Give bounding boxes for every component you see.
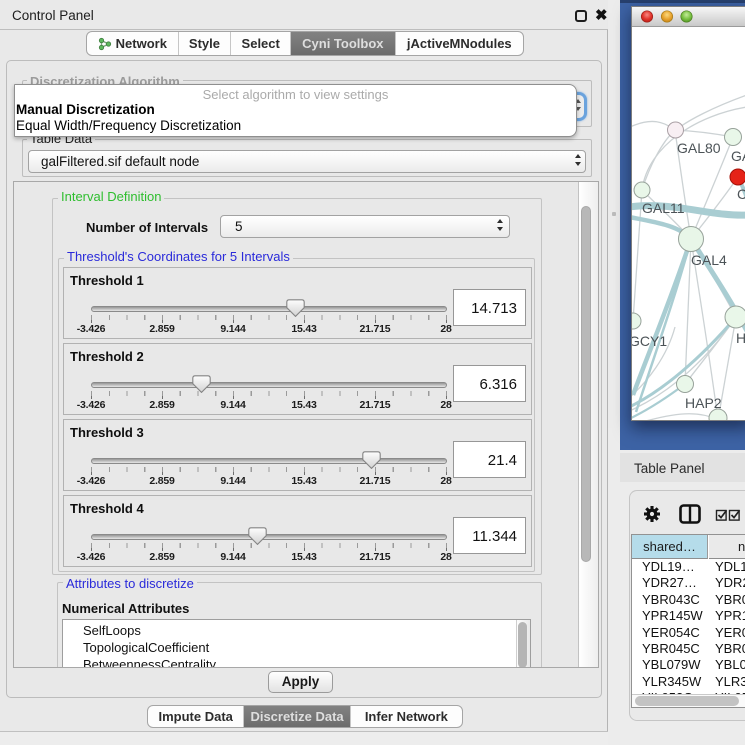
svg-text:GAL80: GAL80 xyxy=(677,140,721,156)
svg-text:GAL11: GAL11 xyxy=(642,200,685,216)
svg-text:HAP2: HAP2 xyxy=(685,395,722,411)
svg-text:C: C xyxy=(737,186,745,202)
svg-text:H: H xyxy=(736,330,745,346)
svg-text:GA: GA xyxy=(731,148,745,164)
svg-text:GCY1: GCY1 xyxy=(632,333,667,349)
svg-text:GAL4: GAL4 xyxy=(691,252,727,268)
